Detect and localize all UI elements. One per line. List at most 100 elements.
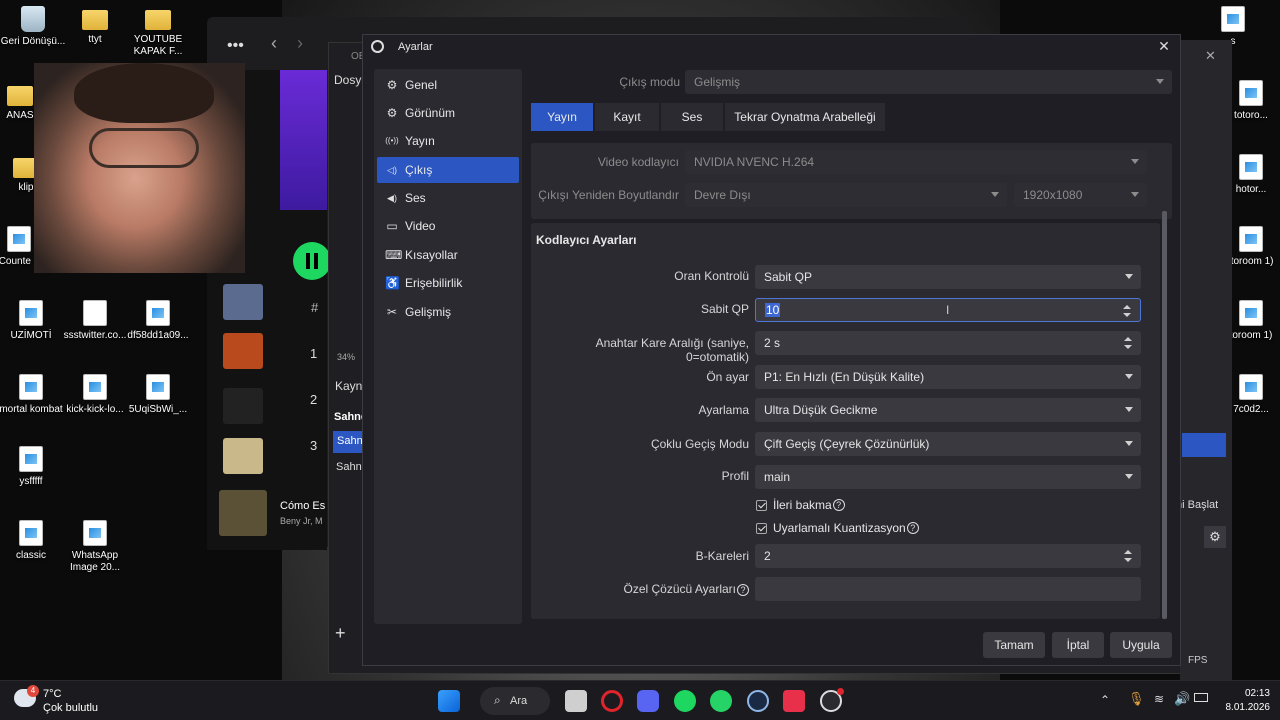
chevron-down-icon [991, 192, 999, 197]
close-icon[interactable]: ✕ [1156, 38, 1172, 55]
adaptive-quantization-checkbox[interactable]: Uyarlamalı Kuantizasyon? [756, 521, 919, 535]
desktop-icon-file[interactable]: UZİMOTİ [0, 300, 64, 342]
obs-fps: FPS [1188, 655, 1208, 666]
image-file-icon [19, 520, 43, 546]
weather-temperature[interactable]: 7°C [43, 688, 61, 700]
obs-start-stream-button[interactable] [1182, 433, 1226, 457]
album-thumb[interactable] [223, 388, 263, 424]
desktop-icon-file[interactable]: classic [0, 520, 64, 562]
spin-down-icon[interactable] [1123, 313, 1131, 317]
custom-encoder-options-input[interactable] [755, 577, 1141, 601]
obs-settings-gear-icon[interactable]: ⚙ [1204, 526, 1226, 548]
steam-icon[interactable] [747, 690, 769, 712]
desktop-icon-file[interactable]: kick-kick-lo... [62, 374, 128, 416]
multipass-label: Çoklu Geçiş Modu [650, 437, 749, 451]
opera-icon[interactable] [601, 690, 623, 712]
preset-select[interactable]: P1: En Hızlı (En Düşük Kalite) [755, 365, 1141, 389]
multipass-select[interactable]: Çift Geçiş (Çeyrek Çözünürlük) [755, 432, 1141, 456]
nav-item-hotkeys[interactable]: ⌨ Kısayollar [377, 242, 519, 268]
desktop-icon-folder[interactable]: YOUTUBE KAPAK F... [125, 6, 191, 58]
spin-down-icon[interactable] [1124, 558, 1132, 562]
output-mode-select[interactable]: Gelişmiş [685, 70, 1172, 94]
video-encoder-select[interactable]: NVIDIA NVENC H.264 [685, 150, 1147, 174]
nav-item-appearance[interactable]: ⚙ Görünüm [377, 100, 519, 126]
image-file-icon [1239, 226, 1263, 252]
nav-item-stream[interactable]: ((•)) Yayın [377, 128, 519, 154]
tuning-select[interactable]: Ultra Düşük Gecikme [755, 398, 1141, 422]
tab-replay-buffer[interactable]: Tekrar Oynatma Arabelleği [725, 103, 885, 131]
nav-item-video[interactable]: ▭ Video [377, 213, 519, 239]
apply-button[interactable]: Uygula [1110, 632, 1172, 658]
clock-time[interactable]: 02:13 [1224, 688, 1270, 699]
nav-item-general[interactable]: ⚙ Genel [377, 72, 519, 98]
whatsapp-icon[interactable] [710, 690, 732, 712]
windows-start-icon[interactable] [438, 690, 460, 712]
volume-icon[interactable]: 🔊 [1174, 691, 1190, 707]
keyframe-interval-input[interactable]: 2 s [755, 331, 1141, 355]
forward-icon[interactable]: › [297, 33, 303, 54]
nav-item-advanced[interactable]: ✂ Gelişmiş [377, 299, 519, 325]
spotify-icon[interactable] [674, 690, 696, 712]
wifi-icon[interactable]: ≋ [1154, 692, 1164, 706]
browser-menu-icon[interactable]: ••• [227, 37, 244, 55]
nav-item-audio[interactable]: ◀) Ses [377, 185, 519, 211]
spin-up-icon[interactable] [1124, 337, 1132, 341]
image-file-icon [83, 374, 107, 400]
help-icon[interactable]: ? [737, 584, 749, 596]
taskbar-search[interactable]: ⌕ Ara [480, 687, 550, 715]
image-file-icon [1239, 80, 1263, 106]
discord-icon[interactable] [637, 690, 659, 712]
desktop-icon-recycle-bin[interactable]: Geri Dönüşü... [0, 6, 66, 48]
spin-up-icon[interactable] [1123, 305, 1131, 309]
obs-start-recording-button[interactable]: ni Başlat [1176, 499, 1218, 511]
spin-down-icon[interactable] [1124, 345, 1132, 349]
rescale-select[interactable]: Devre Dışı [685, 183, 1007, 207]
cancel-button[interactable]: İptal [1052, 632, 1104, 658]
obs-main-close-icon[interactable]: ✕ [1205, 48, 1216, 64]
scrollbar[interactable] [1162, 211, 1167, 619]
tab-recording[interactable]: Kayıt [595, 103, 659, 131]
bframes-input[interactable]: 2 [755, 544, 1141, 568]
monitor-icon: ▭ [386, 219, 398, 233]
folder-icon [82, 10, 108, 30]
desktop-icon-file[interactable]: WhatsApp Image 20... [62, 520, 128, 574]
nav-item-output[interactable]: ◁) Çıkış [377, 157, 519, 183]
desktop-icon-file[interactable]: ysfffff [0, 446, 64, 488]
rate-control-select[interactable]: Sabit QP [755, 265, 1141, 289]
file-explorer-icon[interactable] [565, 690, 587, 712]
desktop-icon-folder[interactable]: ttyt [62, 6, 128, 46]
encoder-settings-title: Kodlayıcı Ayarları [536, 233, 637, 247]
cqp-input[interactable]: 10 I [755, 298, 1141, 322]
ok-button[interactable]: Tamam [983, 632, 1045, 658]
lookahead-checkbox[interactable]: İleri bakma? [756, 498, 845, 512]
album-thumb[interactable] [223, 438, 263, 474]
desktop-icon-file[interactable]: ssstwitter.co... [62, 300, 128, 342]
now-playing-cover [219, 490, 267, 536]
desktop-icon-file[interactable]: df58dd1a09... [125, 300, 191, 342]
album-thumb[interactable] [223, 284, 263, 320]
add-scene-icon[interactable]: + [335, 623, 346, 644]
desktop-icon-file[interactable]: 5UqiSbWi_... [125, 374, 191, 416]
folder-icon [7, 86, 33, 106]
tab-audio[interactable]: Ses [661, 103, 723, 131]
spin-up-icon[interactable] [1124, 550, 1132, 554]
help-icon[interactable]: ? [906, 522, 919, 534]
help-icon[interactable]: ? [832, 499, 845, 511]
nav-item-accessibility[interactable]: ♿ Erişebilirlik [377, 270, 519, 296]
play-pause-button[interactable] [293, 242, 331, 280]
battery-icon[interactable] [1194, 693, 1208, 702]
checkbox-checked-icon [756, 499, 767, 511]
tab-streaming[interactable]: Yayın [531, 103, 593, 131]
clock-date[interactable]: 8.01.2026 [1210, 702, 1271, 713]
back-icon[interactable]: ‹ [271, 33, 277, 54]
obs-scene-item[interactable]: Sahne [333, 431, 369, 453]
rescale-resolution-select[interactable]: 1920x1080 [1014, 183, 1147, 207]
dialog-titlebar: Ayarlar ✕ [363, 35, 1180, 59]
capcut-icon[interactable] [783, 690, 805, 712]
weather-description[interactable]: Çok bulutlu [43, 702, 98, 714]
album-thumb[interactable] [223, 333, 263, 369]
chevron-up-icon[interactable]: ⌃ [1100, 693, 1110, 707]
microphone-icon[interactable]: 🎙 [1128, 691, 1145, 707]
profile-select[interactable]: main [755, 465, 1141, 489]
desktop-icon-file[interactable]: mortal kombat [0, 374, 64, 416]
